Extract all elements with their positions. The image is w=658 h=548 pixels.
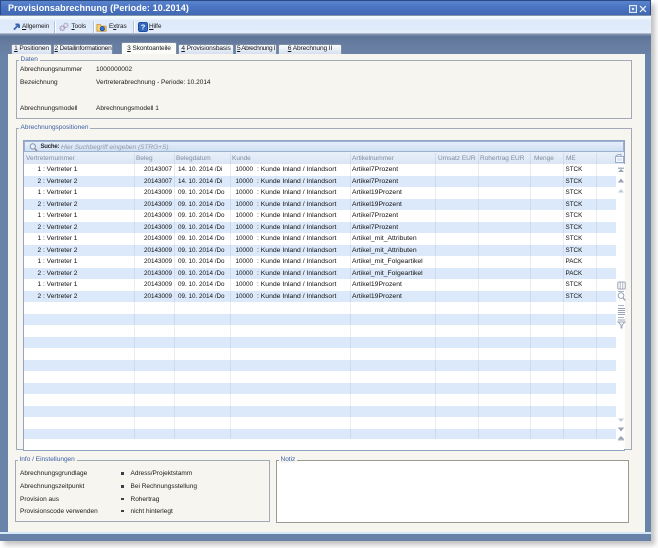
svg-text:?: ? [140, 23, 145, 32]
